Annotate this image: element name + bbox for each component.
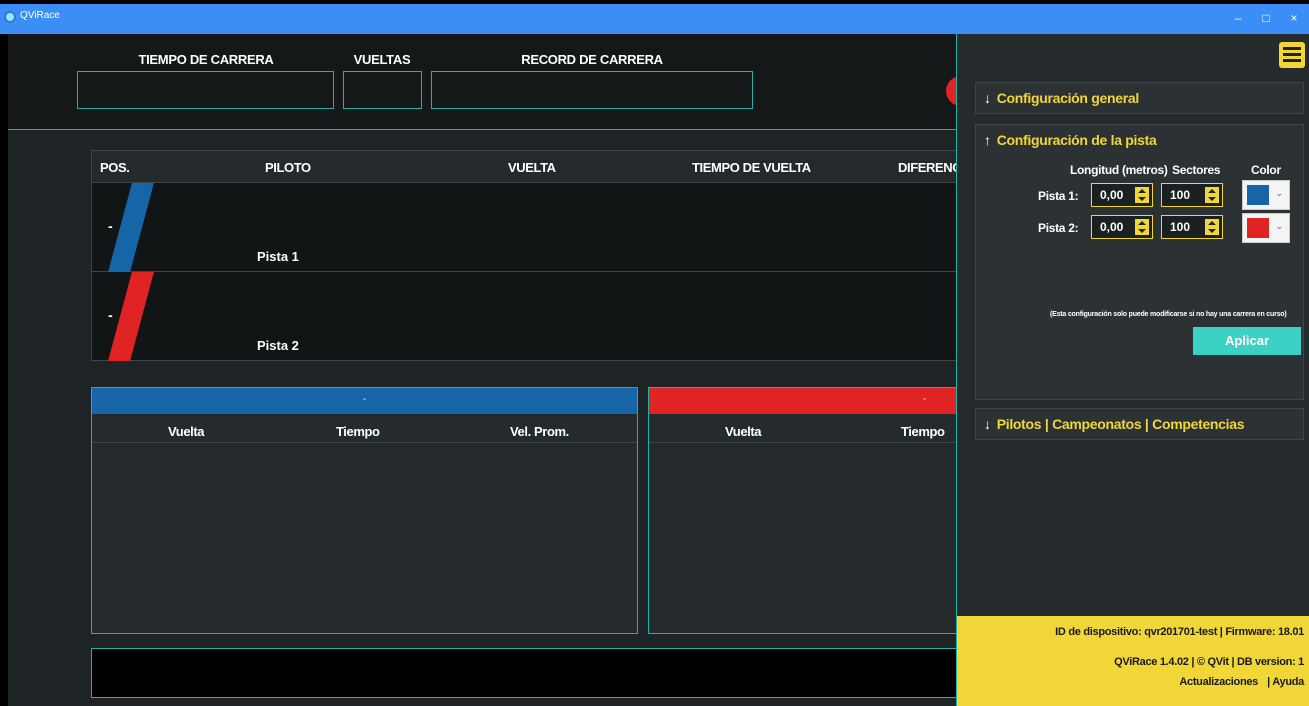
track-color-stripe [108,272,154,361]
section-general-config[interactable]: ↓ Configuración general [975,82,1304,114]
section-pilots[interactable]: ↓ Pilotos | Campeonatos | Competencias [975,408,1304,440]
track-1-color-select[interactable]: ⌄ [1242,180,1290,210]
window-title: QViRace [20,10,60,21]
race-summary-bar: TIEMPO DE CARRERA VUELTAS RECORD DE CARR… [8,34,958,130]
chevron-down-icon: ⌄ [1275,221,1283,231]
config-note: (Esta configuración solo puede modificar… [1050,311,1287,318]
track-1-length-input[interactable]: 0,00 [1091,183,1153,207]
help-link[interactable]: | Ayuda [1267,676,1304,688]
color-column-header: Color [1251,163,1281,177]
spinner-icon[interactable] [1205,219,1219,235]
laps-label: VUELTAS [353,52,411,67]
spinner-icon[interactable] [1135,219,1149,235]
title-bar: QViRace – □ × [0,0,1309,34]
track-2-sectors-value: 100 [1170,220,1191,234]
maximize-button[interactable]: □ [1254,8,1278,28]
col-time: Tiempo [901,424,945,439]
lap-panel-header: - [92,388,637,414]
main-area: TIEMPO DE CARRERA VUELTAS RECORD DE CARR… [8,34,976,706]
spinner-icon[interactable] [1135,187,1149,203]
race-row-track-2[interactable]: - Pista 2 [92,272,960,361]
track-1-sectors-value: 100 [1170,188,1191,202]
row-position: - [108,307,113,323]
col-time: Tiempo [336,424,380,439]
race-record-label: RECORD DE CARRERA [521,52,663,67]
section-label: Configuración general [996,90,1140,106]
laps-field [343,71,422,109]
lap-panel-track-1: - Vuelta Tiempo Vel. Prom. [91,387,638,634]
race-time-label: TIEMPO DE CARRERA [138,52,274,67]
section-track-config: ↑ Configuración de la pista Longitud (met… [975,124,1304,400]
track-2-label: Pista 2: [1038,221,1079,235]
track-1-length-value: 0,00 [1100,188,1124,202]
arrow-down-icon: ↓ [984,416,991,432]
track-2-color-select[interactable]: ⌄ [1242,213,1290,243]
section-title[interactable]: ↑ Configuración de la pista [984,132,1157,148]
section-label: Pilotos | Campeonatos | Competencias [996,416,1245,432]
track-1-sectors-input[interactable]: 100 [1161,183,1223,207]
device-info: ID de dispositivo: qvr201701-test | Firm… [1055,626,1304,638]
apply-button[interactable]: Aplicar [1193,327,1301,355]
close-button[interactable]: × [1282,8,1306,28]
message-box [91,648,961,698]
arrow-down-icon: ↓ [984,90,991,106]
track-color-stripe [108,183,154,272]
chevron-down-icon: ⌄ [1275,188,1283,198]
lap-panel-header: - [649,388,960,414]
row-pilot-name: Pista 2 [257,338,299,353]
col-avg-speed: Vel. Prom. [510,424,569,439]
lap-table-header: Vuelta Tiempo Vel. Prom. [92,414,637,443]
settings-side-panel: ↓ Configuración general ↑ Configuración de… [956,34,1309,706]
status-footer: ID de dispositivo: qvr201701-test | Firm… [957,616,1309,706]
track-2-length-input[interactable]: 0,00 [1091,215,1153,239]
arrow-up-icon: ↑ [984,132,991,148]
lap-panel-pilot: - [362,393,367,405]
col-lap-time: TIEMPO DE VUELTA [692,160,811,175]
track-2-sectors-input[interactable]: 100 [1161,215,1223,239]
updates-link[interactable]: Actualizaciones [1179,676,1258,688]
race-table-header: POS. PILOTO VUELTA TIEMPO DE VUELTA DIFE… [92,151,974,183]
race-record-field [431,71,753,109]
color-swatch [1247,185,1269,205]
spinner-icon[interactable] [1205,187,1219,203]
lap-table-header: Vuelta Tiempo [649,414,960,443]
race-time-field [77,71,334,109]
row-pilot-name: Pista 1 [257,249,299,264]
version-info: QViRace 1.4.02 | © QVit | DB version: 1 [1114,656,1304,668]
col-lap: Vuelta [725,424,762,439]
row-position: - [108,218,113,234]
col-lap: VUELTA [508,160,556,175]
col-position: POS. [100,160,130,175]
track-2-length-value: 0,00 [1100,220,1124,234]
col-lap: Vuelta [168,424,205,439]
app-logo-icon [4,11,16,23]
lap-panel-track-2: - Vuelta Tiempo [648,387,961,634]
race-row-track-1[interactable]: - Pista 1 [92,183,960,272]
track-1-label: Pista 1: [1038,189,1079,203]
title-bar-strip: QViRace – □ × [0,4,1309,34]
race-standings-table: POS. PILOTO VUELTA TIEMPO DE VUELTA DIFE… [91,150,974,361]
section-title: ↓ Configuración general [984,90,1139,106]
color-swatch [1247,218,1269,238]
length-column-header: Longitud (metros) [1070,163,1168,177]
section-title: ↓ Pilotos | Campeonatos | Competencias [984,416,1245,432]
col-pilot: PILOTO [265,160,311,175]
section-label: Configuración de la pista [996,132,1157,148]
sectors-column-header: Sectores [1172,163,1221,177]
hamburger-menu-icon[interactable] [1279,42,1305,68]
minimize-button[interactable]: – [1226,8,1250,28]
